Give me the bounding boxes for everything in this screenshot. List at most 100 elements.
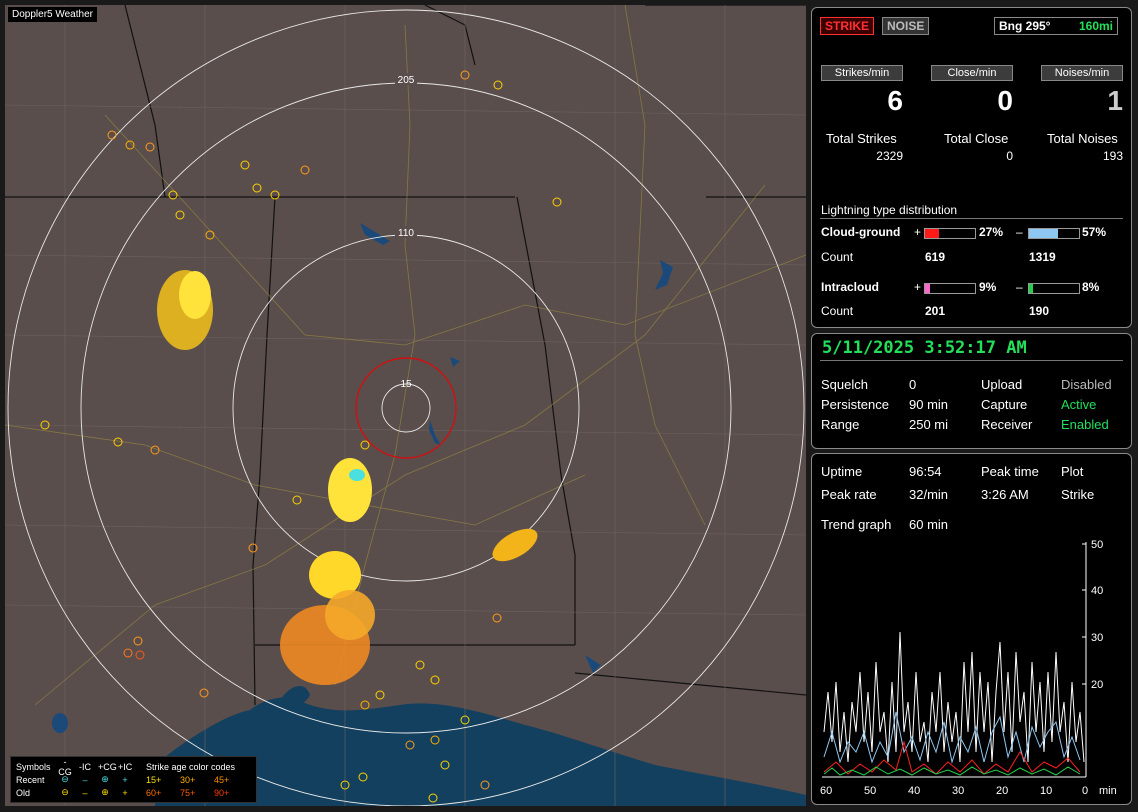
current-datetime: 5/11/2025 3:52:17 AM (822, 338, 1027, 358)
peak-rate-label: Peak rate (821, 487, 877, 502)
trend-panel: Uptime 96:54 Peak time Plot Peak rate 32… (811, 453, 1132, 805)
cg-positive-fill (925, 229, 939, 238)
strikes-per-min-value: 6 (887, 85, 903, 116)
ic-negative-pct: 8% (1082, 280, 1100, 294)
recent-neg-cg-icon: ⊖ (61, 774, 69, 784)
y-tick-30: 30 (1091, 632, 1103, 644)
bearing-value: Bng 295° (999, 19, 1051, 33)
trend-series-ic (823, 766, 1081, 776)
cg-negative-bar (1028, 228, 1080, 239)
total-strikes-label: Total Strikes (826, 131, 897, 146)
range-label: Range (821, 417, 860, 432)
legend-pos-cg-header: +CG (98, 761, 117, 772)
legend-age-label: Strike age color codes (146, 761, 236, 772)
lightning-map[interactable]: 205 110 15 Doppler5 Weather Symbols -CG … (5, 5, 806, 806)
capture-value[interactable]: Active (1061, 397, 1096, 412)
distribution-divider (820, 218, 1123, 219)
range-rings (7, 9, 805, 806)
squelch-label: Squelch (821, 377, 868, 392)
strike-cluster-center (328, 458, 372, 522)
strike-cluster-north-west (157, 270, 213, 350)
ring-label-205: 205 (398, 75, 415, 86)
y-tick-50: 50 (1091, 539, 1103, 551)
legend-pos-ic-header: +IC (118, 761, 133, 772)
bearing-readout: Bng 295° 160mi (994, 17, 1118, 35)
ic-positive-pct: 9% (979, 280, 997, 294)
counters-panel: STRIKE NOISE Bng 295° 160mi Strikes/min … (811, 7, 1132, 328)
total-strikes-value: 2329 (876, 149, 903, 163)
close-per-min-button[interactable]: Close/min (931, 65, 1013, 81)
receiver-value[interactable]: Enabled (1061, 417, 1109, 432)
strike-cluster-south (280, 551, 375, 685)
total-close-label: Total Close (944, 131, 1009, 146)
plot-value[interactable]: Strike (1061, 487, 1094, 502)
peak-time-label: Peak time (981, 464, 1039, 479)
ring-label-110: 110 (398, 228, 414, 239)
map-canvas: 205 110 15 (5, 5, 806, 806)
close-per-min-value: 0 (997, 85, 1013, 116)
ic-plus-sign: + (914, 280, 922, 294)
total-noises-label: Total Noises (1047, 131, 1118, 146)
squelch-value[interactable]: 0 (909, 377, 916, 392)
strike-toggle-button[interactable]: STRIKE (820, 17, 875, 35)
cloud-ground-label: Cloud-ground (821, 225, 901, 239)
cg-plus-sign: + (914, 225, 922, 239)
ring-label-15: 15 (400, 379, 412, 390)
cg-count-label: Count (821, 250, 854, 264)
peak-time-value: 3:26 AM (981, 487, 1029, 502)
strikes-per-min-button[interactable]: Strikes/min (821, 65, 903, 81)
capture-label: Capture (981, 397, 1028, 412)
ic-negative-bar (1028, 283, 1080, 294)
symbol-legend: Symbols -CG -IC +CG +IC Strike age color… (10, 756, 257, 803)
ic-positive-bar (924, 283, 976, 294)
distribution-title: Lightning type distribution (821, 203, 958, 217)
x-tick-20: 20 (996, 785, 1008, 797)
ic-count-label: Count (821, 304, 854, 318)
total-noises-value: 193 (1102, 149, 1123, 163)
status-panel: 5/11/2025 3:52:17 AM Squelch 0 Persisten… (811, 333, 1132, 449)
trend-graph-label: Trend graph (821, 517, 892, 532)
y-tick-40: 40 (1091, 585, 1103, 597)
x-tick-40: 40 (908, 785, 920, 797)
x-tick-30: 30 (952, 785, 964, 797)
total-close-value: 0 (1006, 149, 1013, 163)
x-tick-50: 50 (864, 785, 876, 797)
upload-value[interactable]: Disabled (1061, 377, 1112, 392)
recent-pos-ic-icon: + (122, 774, 128, 785)
range-value[interactable]: 250 mi (909, 417, 948, 432)
upload-label: Upload (981, 377, 1023, 392)
recent-neg-ic-icon: – (82, 774, 88, 785)
cg-negative-fill (1029, 229, 1058, 238)
y-tick-20: 20 (1091, 679, 1103, 691)
noise-toggle-button[interactable]: NOISE (882, 17, 930, 35)
trend-graph-value[interactable]: 60 min (909, 517, 948, 532)
cg-negative-pct: 57% (1082, 225, 1107, 239)
legend-neg-ic-header: -IC (79, 761, 91, 772)
old-neg-cg-icon: ⊖ (61, 787, 69, 797)
age-45: 45+ (214, 774, 230, 785)
persistence-value[interactable]: 90 min (909, 397, 948, 412)
x-tick-0: 0 (1082, 785, 1088, 797)
old-neg-ic-icon: – (82, 787, 88, 798)
old-pos-ic-icon: + (122, 787, 128, 798)
persistence-label: Persistence (821, 397, 889, 412)
noises-per-min-button[interactable]: Noises/min (1041, 65, 1123, 81)
age-30: 30+ (180, 774, 196, 785)
close-range-ring (355, 357, 457, 459)
map-title: Doppler5 Weather (8, 7, 97, 22)
status-divider (820, 360, 1123, 361)
old-pos-cg-icon: ⊕ (101, 787, 109, 797)
cg-negative-count: 1319 (1029, 250, 1056, 264)
strike-cluster-east (492, 528, 538, 562)
receiver-label: Receiver (981, 417, 1033, 432)
ic-negative-count: 190 (1029, 304, 1050, 318)
x-tick-60: 60 (820, 785, 832, 797)
age-15: 15+ (146, 774, 162, 785)
distance-value: 160mi (1078, 19, 1113, 33)
trend-series-pos-cg (823, 740, 1081, 775)
cg-positive-pct: 27% (979, 225, 1004, 239)
ic-positive-count: 201 (925, 304, 946, 318)
legend-symbols-label: Symbols (16, 761, 51, 772)
age-75: 75+ (180, 787, 196, 798)
x-tick-10: 10 (1040, 785, 1052, 797)
